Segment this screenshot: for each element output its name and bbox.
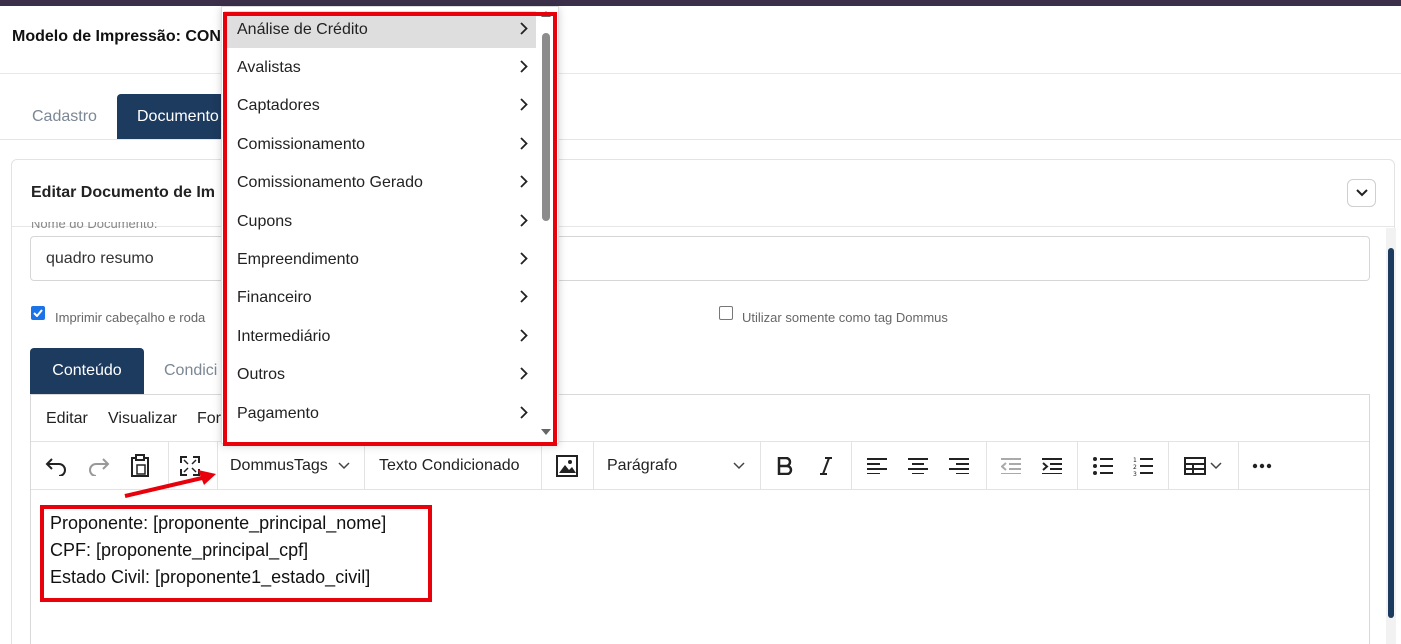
print-header-label: Imprimir cabeçalho e roda [55,310,206,325]
align-left-icon [867,458,887,474]
page-title: Modelo de Impressão: CON [12,28,221,45]
tab-cadastro[interactable]: Cadastro [12,94,117,140]
separator [851,442,852,490]
card-title: Editar Documento de Im [31,184,216,201]
undo-icon [45,458,66,476]
separator [541,442,542,490]
tab-conteudo[interactable]: Conteúdo [30,348,144,394]
align-left-button[interactable] [864,452,890,480]
indent-button[interactable] [1039,452,1065,480]
separator [1168,442,1169,490]
align-center-button[interactable] [905,452,931,480]
numbered-list-button[interactable]: 123 [1130,452,1156,480]
page-scrollbar-thumb[interactable] [1388,248,1394,618]
chevron-down-icon [733,462,745,470]
bold-button[interactable] [773,452,797,480]
separator [760,442,761,490]
print-header-checkbox[interactable] [31,306,45,320]
numbered-list-icon: 123 [1133,457,1153,476]
tab-condicionais[interactable]: Condici [164,348,224,394]
divider [0,139,1401,140]
bold-icon [777,457,793,475]
separator [986,442,987,490]
outdent-icon [1001,458,1021,474]
chevron-down-icon [1210,462,1222,470]
chevron-down-icon [1355,189,1368,197]
block-format-select[interactable]: Parágrafo [607,457,677,475]
align-center-icon [908,458,928,474]
dommus-tags-dropdown[interactable]: DommusTags [230,457,328,475]
separator [1077,442,1078,490]
divider [0,73,1401,74]
menu-formatar[interactable]: For [197,410,221,428]
more-icon [1252,463,1272,469]
indent-icon [1042,458,1062,474]
align-right-button[interactable] [946,452,972,480]
table-button[interactable] [1181,452,1225,480]
editor-toolbar: DommusTags Texto Condicionado Parágrafo [31,442,1369,490]
menu-visualizar[interactable]: Visualizar [108,410,177,428]
dommus-tag-checkbox[interactable] [719,306,733,320]
highlight-box-content [40,505,432,602]
annotation-arrow [124,470,216,498]
chevron-down-icon [338,462,350,470]
outdent-button[interactable] [998,452,1024,480]
texto-condicionado-button[interactable]: Texto Condicionado [379,457,520,475]
dommus-tag-label: Utilizar somente como tag Dommus [742,310,948,325]
separator [364,442,365,490]
top-bar [0,0,1401,6]
redo-button[interactable] [86,452,112,480]
menu-editar[interactable]: Editar [46,410,88,428]
redo-icon [89,458,110,476]
check-icon [33,309,43,317]
tab-documento[interactable]: Documento [117,94,227,140]
card-header: Editar Documento de Im [12,160,1394,227]
italic-icon [820,457,832,475]
svg-text:2: 2 [1133,464,1137,471]
svg-text:3: 3 [1133,471,1137,476]
italic-button[interactable] [814,452,838,480]
collapse-button[interactable] [1347,179,1376,207]
highlight-box-menu [223,12,557,446]
bullet-list-button[interactable] [1090,452,1116,480]
table-icon [1184,457,1206,475]
svg-text:1: 1 [1133,457,1137,464]
separator [593,442,594,490]
more-button[interactable] [1250,452,1274,480]
bullet-list-icon [1093,457,1113,475]
separator [1238,442,1239,490]
align-right-icon [949,458,969,474]
image-icon [556,455,578,477]
insert-image-button[interactable] [554,452,580,480]
undo-button[interactable] [43,452,69,480]
